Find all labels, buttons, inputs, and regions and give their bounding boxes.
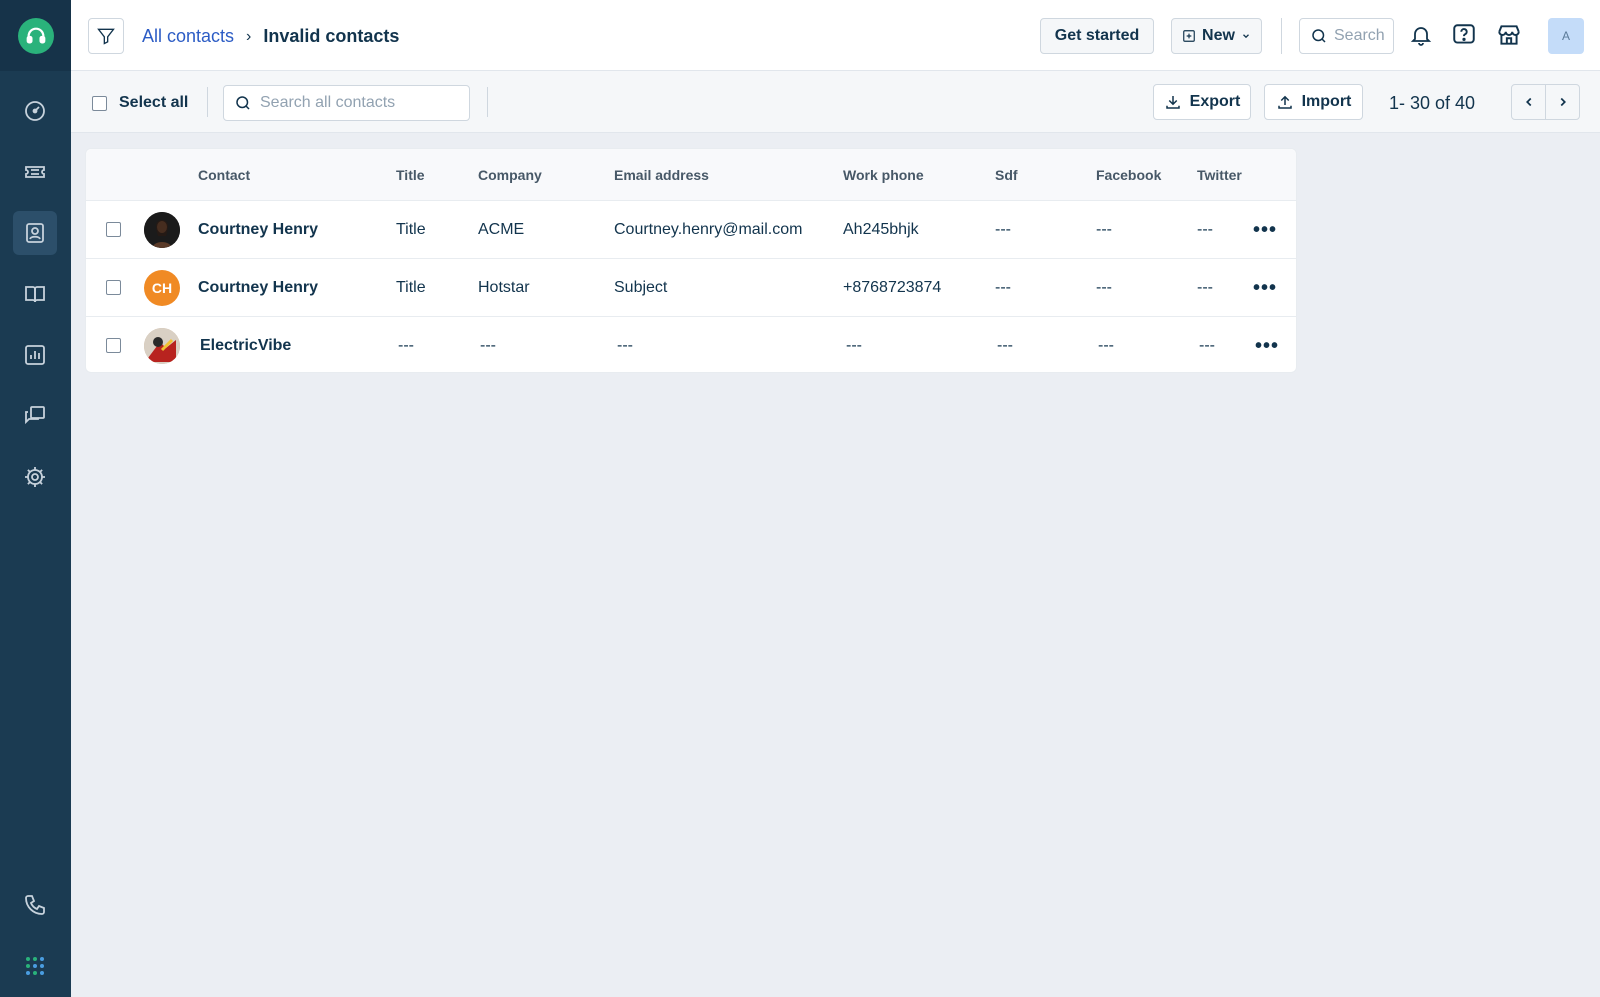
- contact-facebook: ---: [1096, 221, 1112, 238]
- dashboard-icon[interactable]: [13, 89, 57, 133]
- plus-square-icon: [1183, 30, 1195, 42]
- import-button[interactable]: Import: [1264, 84, 1363, 120]
- contact-name[interactable]: Courtney Henry: [198, 221, 318, 239]
- column-header-company[interactable]: Company: [478, 167, 542, 183]
- previous-page-button[interactable]: [1511, 84, 1546, 120]
- contact-sdf: ---: [995, 221, 1011, 238]
- contact-email: Subject: [614, 279, 668, 296]
- contact-title: Title: [396, 279, 426, 296]
- download-icon: [1165, 96, 1180, 109]
- breadcrumb: All contacts › Invalid contacts: [142, 26, 399, 47]
- contact-email: Courtney.henry@mail.com: [614, 221, 803, 238]
- contact-company: ACME: [478, 221, 525, 238]
- user-avatar[interactable]: A: [1548, 18, 1584, 54]
- select-all-checkbox[interactable]: [92, 95, 107, 111]
- chevron-left-icon: [1525, 97, 1531, 107]
- pagination-status: 1- 30 of 40: [1389, 93, 1476, 113]
- contact-name[interactable]: Courtney Henry: [198, 279, 318, 297]
- column-header-sdf[interactable]: Sdf: [995, 167, 1018, 183]
- contact-sdf: ---: [995, 279, 1011, 296]
- settings-icon[interactable]: [13, 455, 57, 499]
- export-button[interactable]: Export: [1153, 84, 1251, 120]
- toolbar-divider: [207, 87, 208, 117]
- import-label: Import: [1301, 93, 1352, 110]
- contact-sdf: ---: [997, 337, 1013, 354]
- global-search-placeholder: Search: [1334, 27, 1385, 44]
- apps-grid-icon[interactable]: [13, 944, 57, 988]
- column-header-email[interactable]: Email address: [614, 167, 709, 183]
- contact-facebook: ---: [1098, 337, 1114, 354]
- table-header-row: Contact Title Company Email address Work…: [86, 149, 1296, 201]
- contacts-search-input[interactable]: Search all contacts: [223, 85, 470, 121]
- reports-icon[interactable]: [13, 333, 57, 377]
- contact-avatar-initials: CH: [144, 270, 180, 306]
- help-icon[interactable]: [1449, 20, 1479, 50]
- phone-icon[interactable]: [13, 883, 57, 927]
- table-row[interactable]: Courtney Henry Title ACME Courtney.henry…: [86, 201, 1296, 259]
- contacts-icon[interactable]: [13, 211, 57, 255]
- contact-company: Hotstar: [478, 279, 530, 296]
- contact-title: Title: [396, 221, 426, 238]
- marketplace-icon[interactable]: [1494, 20, 1524, 50]
- row-checkbox[interactable]: [106, 280, 121, 295]
- new-button-label: New: [1202, 27, 1235, 44]
- knowledge-base-icon[interactable]: [13, 272, 57, 316]
- column-header-work-phone[interactable]: Work phone: [843, 167, 924, 183]
- breadcrumb-all-contacts[interactable]: All contacts: [142, 26, 234, 47]
- contact-avatar: [144, 328, 180, 364]
- more-options-icon[interactable]: •••: [1255, 334, 1279, 358]
- contact-title: ---: [398, 337, 414, 354]
- filter-button[interactable]: [88, 18, 124, 54]
- bell-icon[interactable]: [1406, 20, 1436, 50]
- contact-facebook: ---: [1096, 279, 1112, 296]
- more-options-icon[interactable]: •••: [1253, 218, 1277, 242]
- column-header-twitter[interactable]: Twitter: [1197, 167, 1242, 183]
- toolbar-divider: [487, 87, 488, 117]
- contact-company: ---: [480, 337, 496, 354]
- headset-logo-icon[interactable]: [17, 17, 54, 54]
- column-header-contact[interactable]: Contact: [198, 167, 250, 183]
- filter-icon: [97, 28, 115, 45]
- contact-avatar: [144, 212, 180, 248]
- contact-twitter: ---: [1199, 337, 1215, 354]
- conversations-icon[interactable]: [13, 394, 57, 438]
- contacts-table: Contact Title Company Email address Work…: [85, 148, 1297, 373]
- next-page-button[interactable]: [1545, 84, 1580, 120]
- export-label: Export: [1189, 93, 1241, 110]
- list-toolbar: Select all Search all contacts Export Im…: [71, 71, 1600, 133]
- tickets-icon[interactable]: [13, 150, 57, 194]
- sidebar: [0, 0, 71, 997]
- page-title: Invalid contacts: [263, 26, 400, 46]
- row-checkbox[interactable]: [106, 338, 121, 353]
- more-options-icon[interactable]: •••: [1253, 276, 1277, 300]
- chevron-right-icon: [1560, 97, 1566, 107]
- column-header-facebook[interactable]: Facebook: [1096, 167, 1161, 183]
- contacts-search-placeholder: Search all contacts: [260, 94, 396, 111]
- chevron-down-icon: [1243, 34, 1249, 39]
- get-started-button[interactable]: Get started: [1040, 18, 1154, 54]
- contact-work-phone: +8768723874: [843, 279, 942, 296]
- upload-icon: [1277, 95, 1292, 109]
- new-button[interactable]: New: [1171, 18, 1262, 54]
- chevron-right-icon: ›: [246, 27, 252, 45]
- search-icon: [1312, 29, 1326, 43]
- header-divider: [1281, 18, 1282, 54]
- contact-twitter: ---: [1197, 279, 1213, 296]
- select-all[interactable]: Select all: [92, 94, 188, 112]
- contact-email: ---: [617, 337, 633, 354]
- logo-area: [0, 0, 71, 71]
- select-all-label: Select all: [119, 94, 189, 111]
- search-icon: [236, 96, 250, 110]
- column-header-title[interactable]: Title: [396, 167, 425, 183]
- contact-work-phone: Ah245bhjk: [843, 221, 919, 238]
- table-row[interactable]: ElectricVibe --- --- --- --- --- --- ---…: [86, 317, 1296, 375]
- contact-twitter: ---: [1197, 221, 1213, 238]
- row-checkbox[interactable]: [106, 222, 121, 237]
- contact-name[interactable]: ElectricVibe: [200, 337, 291, 355]
- contact-work-phone: ---: [846, 337, 862, 354]
- global-search[interactable]: Search: [1299, 18, 1394, 54]
- table-row[interactable]: CH Courtney Henry Title Hotstar Subject …: [86, 259, 1296, 317]
- top-header: All contacts › Invalid contacts Get star…: [71, 0, 1600, 71]
